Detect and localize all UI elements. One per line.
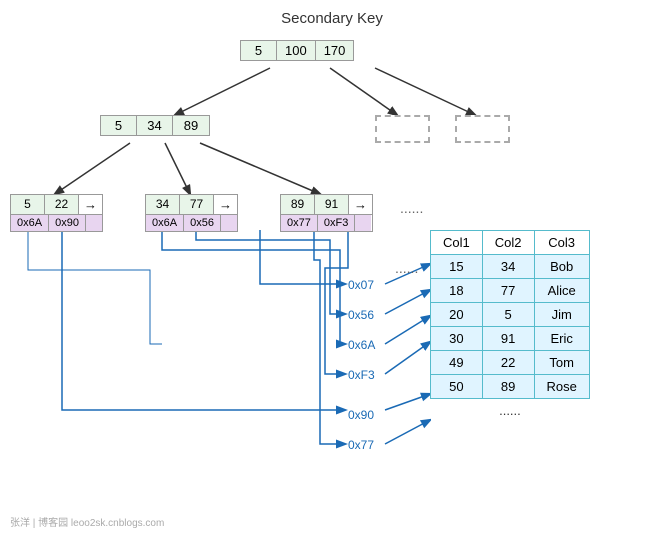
level2-node: 5 34 89	[100, 115, 210, 136]
ll-node-1: 5 22 → 0x6A 0x90	[10, 194, 103, 232]
hex-0x90: 0x90	[348, 408, 374, 422]
table-row: 30 91 Eric	[431, 327, 590, 351]
ll1-arrow: →	[79, 195, 102, 214]
ll1-sub-arrow	[86, 215, 102, 231]
col2-header: Col2	[482, 231, 534, 255]
cell-r2c2: 77	[482, 279, 534, 303]
cell-r2c1: 18	[431, 279, 483, 303]
hex-0xF3: 0xF3	[348, 368, 375, 382]
dashed-node-1	[375, 115, 430, 143]
ll3-sub-arrow	[355, 215, 371, 231]
table-row: 20 5 Jim	[431, 303, 590, 327]
main-container: Secondary Key	[0, 0, 664, 534]
col3-header: Col3	[534, 231, 589, 255]
hex-0x07: 0x07	[348, 278, 374, 292]
ll1-sub1: 0x6A	[11, 215, 49, 231]
ll2-sub2: 0x56	[184, 215, 221, 231]
cell-r5c2: 22	[482, 351, 534, 375]
table-dots-row: ......	[431, 399, 590, 423]
table-row: 18 77 Alice	[431, 279, 590, 303]
ll1-cell2: 22	[45, 195, 79, 214]
cell-r1c3: Bob	[534, 255, 589, 279]
cell-r5c1: 49	[431, 351, 483, 375]
ll1-sub2: 0x90	[49, 215, 86, 231]
root-cell-2: 100	[277, 41, 316, 60]
dashed-node-2	[455, 115, 510, 143]
cell-r3c2: 5	[482, 303, 534, 327]
ll-node-2: 34 77 → 0x6A 0x56	[145, 194, 238, 232]
cell-r3c3: Jim	[534, 303, 589, 327]
l2-cell-1: 5	[101, 116, 137, 135]
root-cell-3: 170	[316, 41, 354, 60]
hex-0x6A: 0x6A	[348, 338, 375, 352]
hex-0x56: 0x56	[348, 308, 374, 322]
cell-r6c2: 89	[482, 375, 534, 399]
ll3-cell1: 89	[281, 195, 315, 214]
cell-r4c1: 30	[431, 327, 483, 351]
cell-r4c3: Eric	[534, 327, 589, 351]
ll2-sub1: 0x6A	[146, 215, 184, 231]
l2-cell-3: 89	[173, 116, 209, 135]
cell-r4c2: 91	[482, 327, 534, 351]
table-row: 49 22 Tom	[431, 351, 590, 375]
cell-r1c1: 15	[431, 255, 483, 279]
ellipsis-ll: ......	[400, 200, 423, 216]
table-row: 50 89 Rose	[431, 375, 590, 399]
root-cell-1: 5	[241, 41, 277, 60]
ll1-cell1: 5	[11, 195, 45, 214]
l2-cell-2: 34	[137, 116, 173, 135]
ellipsis-mid: ......	[395, 260, 418, 276]
col1-header: Col1	[431, 231, 483, 255]
ll2-cell1: 34	[146, 195, 180, 214]
ll2-arrow: →	[214, 195, 237, 214]
ll2-sub-arrow	[221, 215, 237, 231]
ll3-sub2: 0xF3	[318, 215, 355, 231]
table-dots: ......	[431, 399, 590, 423]
ll2-cell2: 77	[180, 195, 214, 214]
ll3-arrow: →	[349, 195, 372, 214]
table-row: 15 34 Bob	[431, 255, 590, 279]
root-node: 5 100 170	[240, 40, 354, 61]
cell-r3c1: 20	[431, 303, 483, 327]
cell-r6c3: Rose	[534, 375, 589, 399]
ll3-cell2: 91	[315, 195, 349, 214]
ll-node-3: 89 91 → 0x77 0xF3	[280, 194, 373, 232]
data-table: Col1 Col2 Col3 15 34 Bob 18 77 Alice 20 …	[430, 230, 590, 422]
cell-r5c3: Tom	[534, 351, 589, 375]
cell-r1c2: 34	[482, 255, 534, 279]
cell-r2c3: Alice	[534, 279, 589, 303]
page-title: Secondary Key	[0, 10, 664, 27]
watermark: 张洋 | 博客园 leoo2sk.cnblogs.com	[10, 514, 164, 529]
ll3-sub1: 0x77	[281, 215, 318, 231]
cell-r6c1: 50	[431, 375, 483, 399]
hex-0x77: 0x77	[348, 438, 374, 452]
